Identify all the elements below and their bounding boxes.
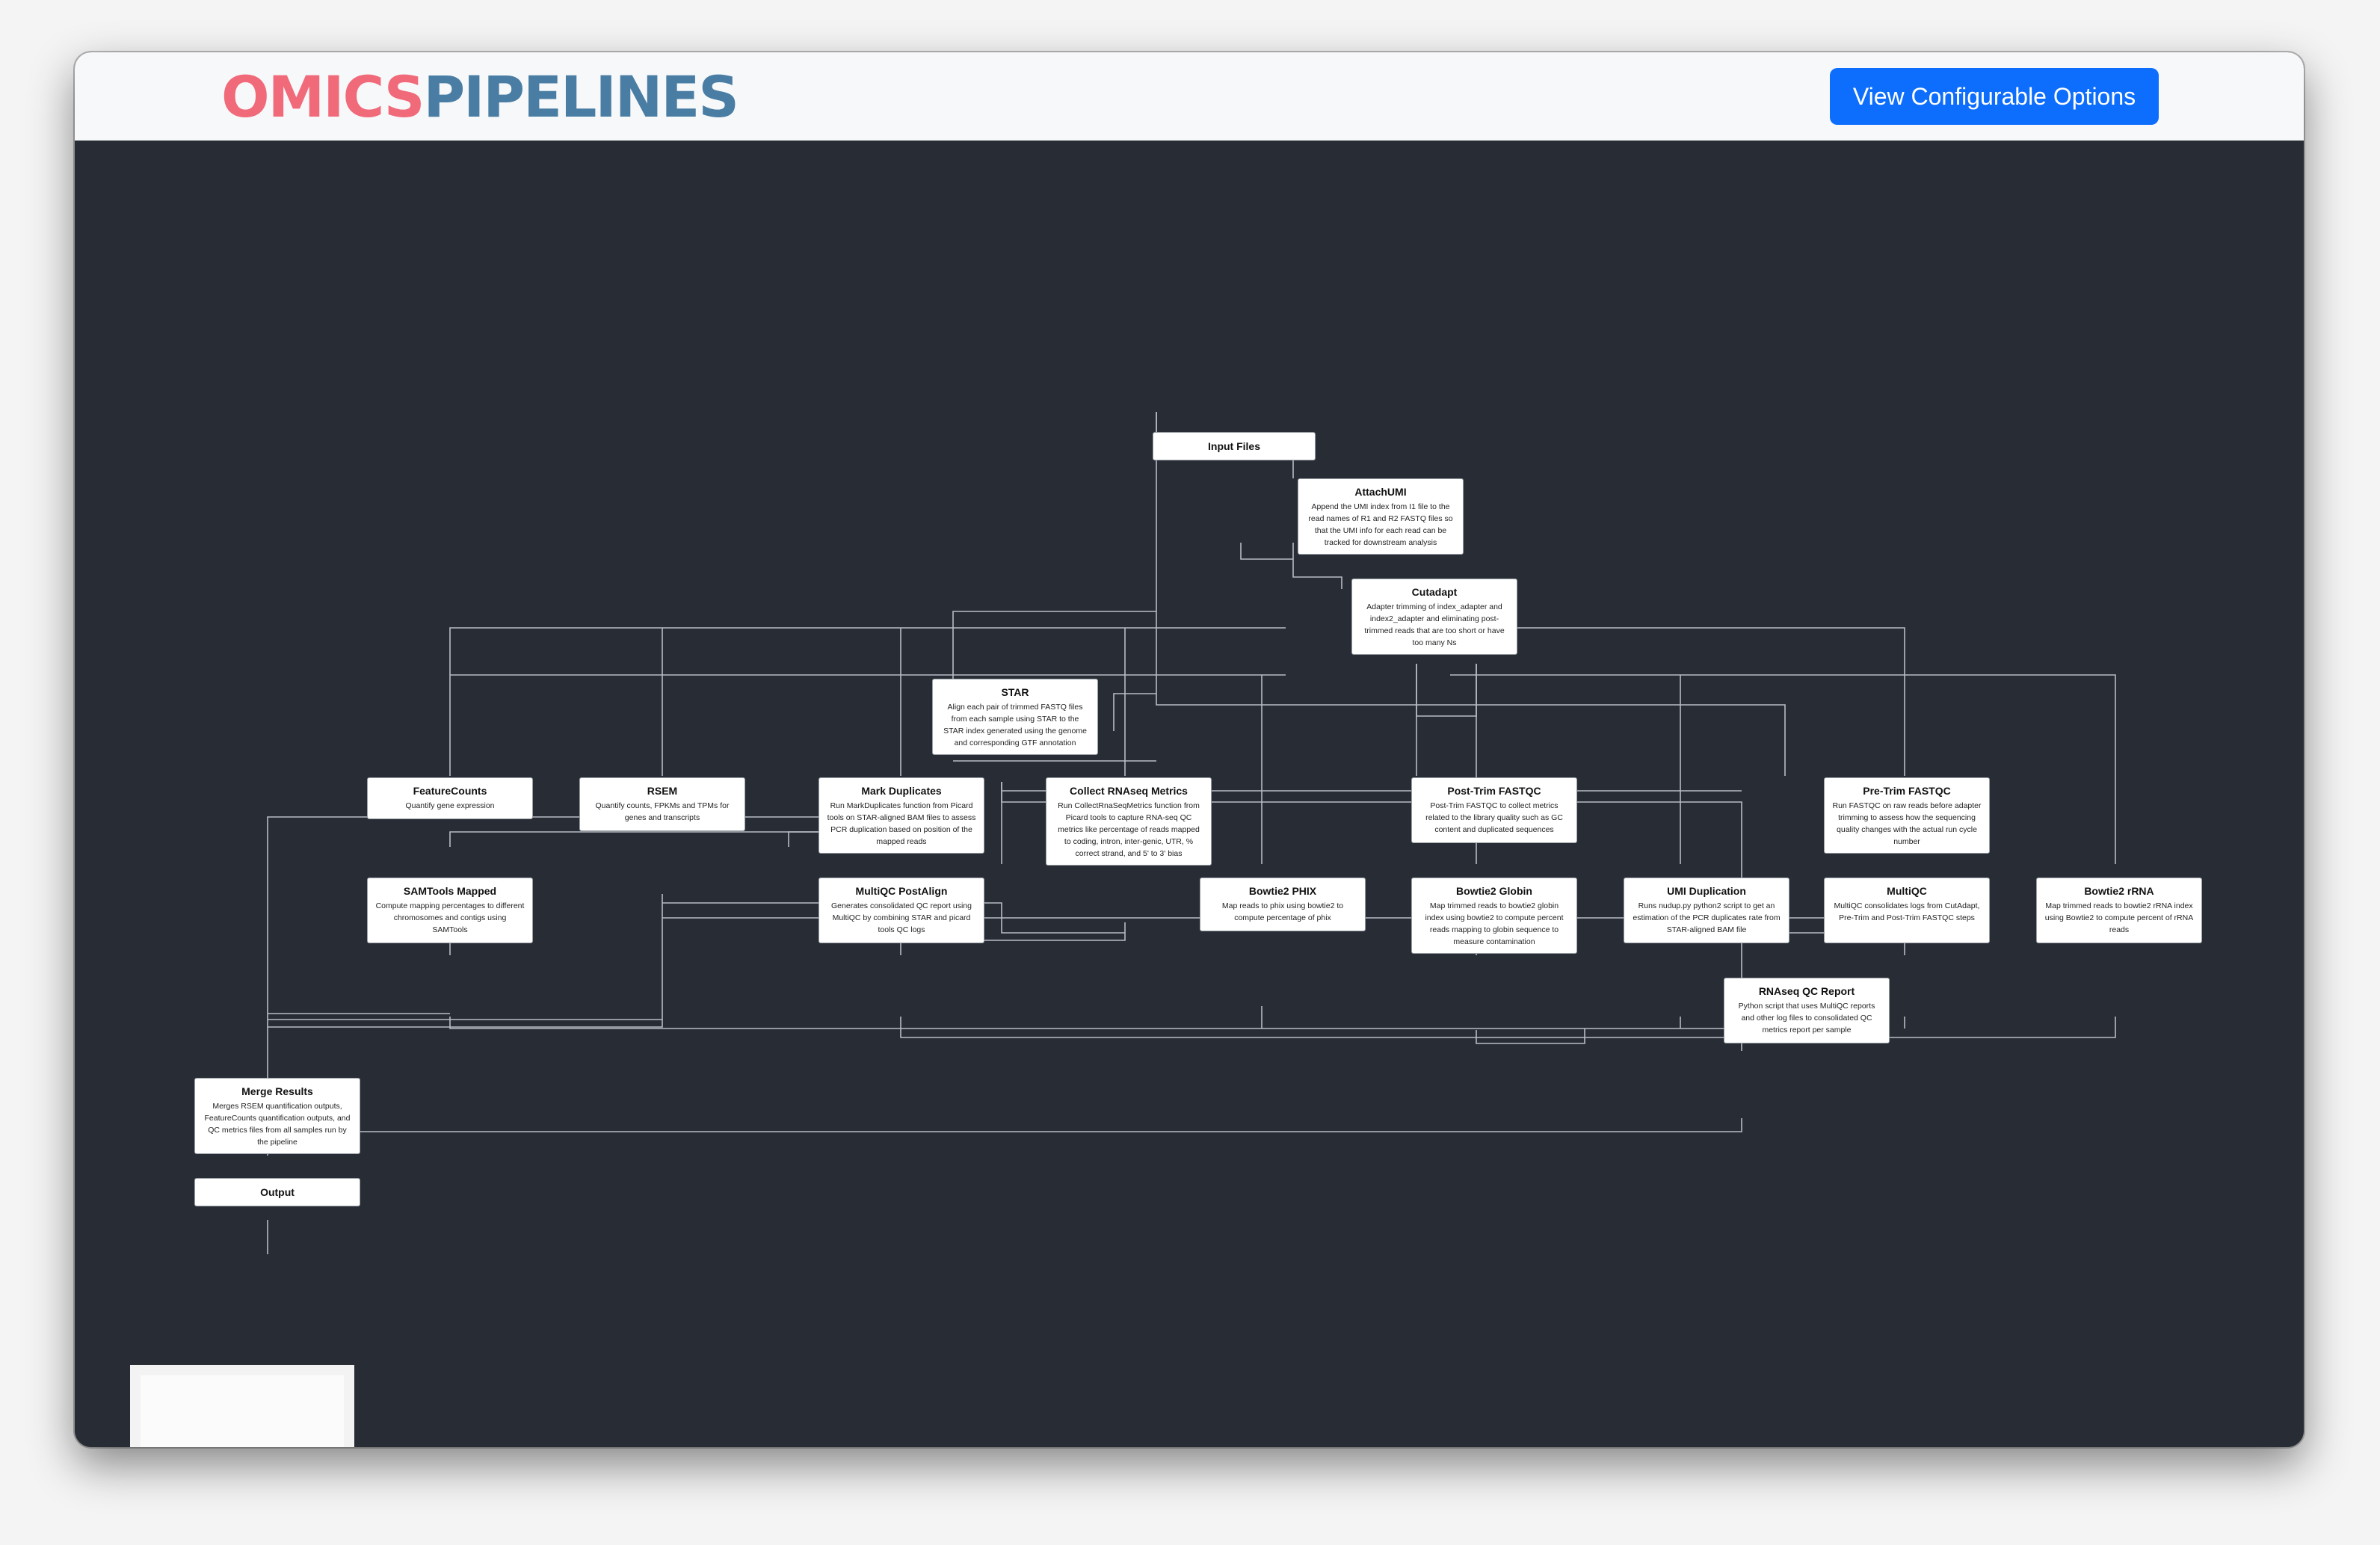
node-pre-trim-fastqc[interactable]: Pre-Trim FASTQC Run FASTQC on raw reads … (1824, 777, 1990, 854)
node-title: Input Files (1208, 440, 1260, 452)
edge-collect-loop (1001, 922, 1125, 934)
node-description: Run CollectRnaSeqMetrics function from P… (1058, 801, 1200, 858)
node-description: Compute mapping percentages to different… (375, 901, 525, 934)
node-merge-results[interactable]: Merge Results Merges RSEM quantification… (194, 1078, 360, 1154)
node-cutadapt[interactable]: Cutadapt Adapter trimming of index_adapt… (1351, 579, 1517, 655)
node-title: Bowtie2 PHIX (1248, 885, 1317, 897)
edge-cutadapt-bus-right (1450, 627, 1905, 776)
edge-input-to-star (1113, 693, 1156, 731)
node-mark-duplicates[interactable]: Mark Duplicates Run MarkDuplicates funct… (818, 777, 984, 854)
edge-globin-to-report (1476, 1029, 1585, 1044)
node-description: Run MarkDuplicates function from Picard … (827, 801, 976, 846)
node-description: Append the UMI index from I1 file to the… (1308, 502, 1453, 547)
node-title: Post-Trim FASTQC (1447, 785, 1541, 797)
node-description: Run FASTQC on raw reads before adapter t… (1832, 801, 1982, 846)
node-title: Output (260, 1186, 295, 1198)
node-samtools-mapped[interactable]: SAMTools Mapped Compute mapping percenta… (367, 878, 533, 943)
node-description: Merges RSEM quantification outputs, Feat… (204, 1102, 351, 1147)
node-bowtie2-phix[interactable]: Bowtie2 PHIX Map reads to phix using bow… (1200, 878, 1366, 931)
node-title: Pre-Trim FASTQC (1863, 785, 1951, 797)
node-title: RNAseq QC Report (1758, 985, 1855, 997)
node-description: Python script that uses MultiQC reports … (1738, 1002, 1875, 1034)
app-window: OMICSPIPELINES View Configurable Options (75, 52, 2304, 1447)
node-rsem[interactable]: RSEM Quantify counts, FPKMs and TPMs for… (579, 777, 745, 831)
edge-cutadapt-bus-left (449, 627, 1286, 776)
edge-star-bus (267, 816, 953, 1112)
node-title: Collect RNAseq Metrics (1070, 785, 1188, 797)
node-multiqc[interactable]: MultiQC MultiQC consolidates logs from C… (1824, 878, 1990, 943)
node-attachumi[interactable]: AttachUMI Append the UMI index from I1 f… (1298, 478, 1464, 555)
pipeline-diagram-canvas[interactable]: Input Files AttachUMI Append the UMI ind… (75, 141, 2304, 1447)
node-title: MultiQC (1887, 885, 1927, 897)
node-title: Mark Duplicates (861, 785, 942, 797)
node-description: Post-Trim FASTQC to collect metrics rela… (1425, 801, 1563, 834)
node-description: Adapter trimming of index_adapter and in… (1364, 602, 1505, 647)
node-description: Generates consolidated QC report using M… (831, 901, 972, 934)
node-title: AttachUMI (1354, 486, 1407, 498)
top-navbar: OMICSPIPELINES View Configurable Options (75, 52, 2304, 142)
edge-postalign-to-report (900, 1017, 1742, 1038)
logo-part-omics: OMICS (221, 64, 425, 130)
node-umi-duplication[interactable]: UMI Duplication Runs nudup.py python2 sc… (1624, 878, 1789, 943)
node-collect-rnaseq-metrics[interactable]: Collect RNAseq Metrics Run CollectRnaSeq… (1046, 777, 1212, 866)
node-rnaseq-qc-report[interactable]: RNAseq QC Report Python script that uses… (1724, 978, 1890, 1043)
node-input-files[interactable]: Input Files (1153, 432, 1316, 460)
edge-samtools-to-report (449, 1017, 1742, 1051)
node-description: Quantify gene expression (405, 801, 495, 810)
node-description: Map trimmed reads to bowtie2 rRNA index … (2044, 901, 2194, 934)
node-title: Merge Results (241, 1085, 313, 1097)
node-title: Cutadapt (1411, 586, 1458, 598)
omicspipelines-logo[interactable]: OMICSPIPELINES (221, 69, 739, 126)
node-title: Bowtie2 rRNA (2084, 885, 2154, 897)
node-featurecounts[interactable]: FeatureCounts Quantify gene expression (367, 777, 533, 819)
node-description: Runs nudup.py python2 script to get an e… (1633, 901, 1781, 934)
node-post-trim-fastqc[interactable]: Post-Trim FASTQC Post-Trim FASTQC to col… (1411, 777, 1577, 843)
node-star[interactable]: STAR Align each pair of trimmed FASTQ fi… (932, 679, 1098, 755)
node-description: Quantify counts, FPKMs and TPMs for gene… (595, 801, 730, 822)
diagram-minimap[interactable] (130, 1365, 354, 1447)
node-title: MultiQC PostAlign (855, 885, 948, 897)
edge-cutadapt-loop (1416, 664, 1477, 717)
node-multiqc-postalign[interactable]: MultiQC PostAlign Generates consolidated… (818, 878, 984, 943)
edge-report-to-merge (267, 1118, 1742, 1156)
node-title: STAR (1001, 686, 1029, 698)
node-description: Align each pair of trimmed FASTQ files f… (943, 703, 1087, 747)
node-title: SAMTools Mapped (403, 885, 497, 897)
node-description: Map trimmed reads to bowtie2 globin inde… (1425, 901, 1564, 946)
node-title: RSEM (647, 785, 678, 797)
view-configurable-options-button[interactable]: View Configurable Options (1830, 68, 2159, 125)
node-description: Map reads to phix using bowtie2 to compu… (1221, 901, 1344, 922)
node-description: MultiQC consolidates logs from CutAdapt,… (1834, 901, 1980, 922)
node-title: UMI Duplication (1667, 885, 1746, 897)
logo-part-pipelines: PIPELINES (423, 64, 739, 130)
node-output[interactable]: Output (194, 1178, 360, 1206)
node-bowtie2-rrna[interactable]: Bowtie2 rRNA Map trimmed reads to bowtie… (2036, 878, 2202, 943)
node-title: Bowtie2 Globin (1456, 885, 1532, 897)
edge-input-to-pretrim (1156, 694, 1786, 776)
edge-attachumi-side (1240, 543, 1293, 560)
node-title: FeatureCounts (413, 785, 487, 797)
node-bowtie2-globin[interactable]: Bowtie2 Globin Map trimmed reads to bowt… (1411, 878, 1577, 954)
